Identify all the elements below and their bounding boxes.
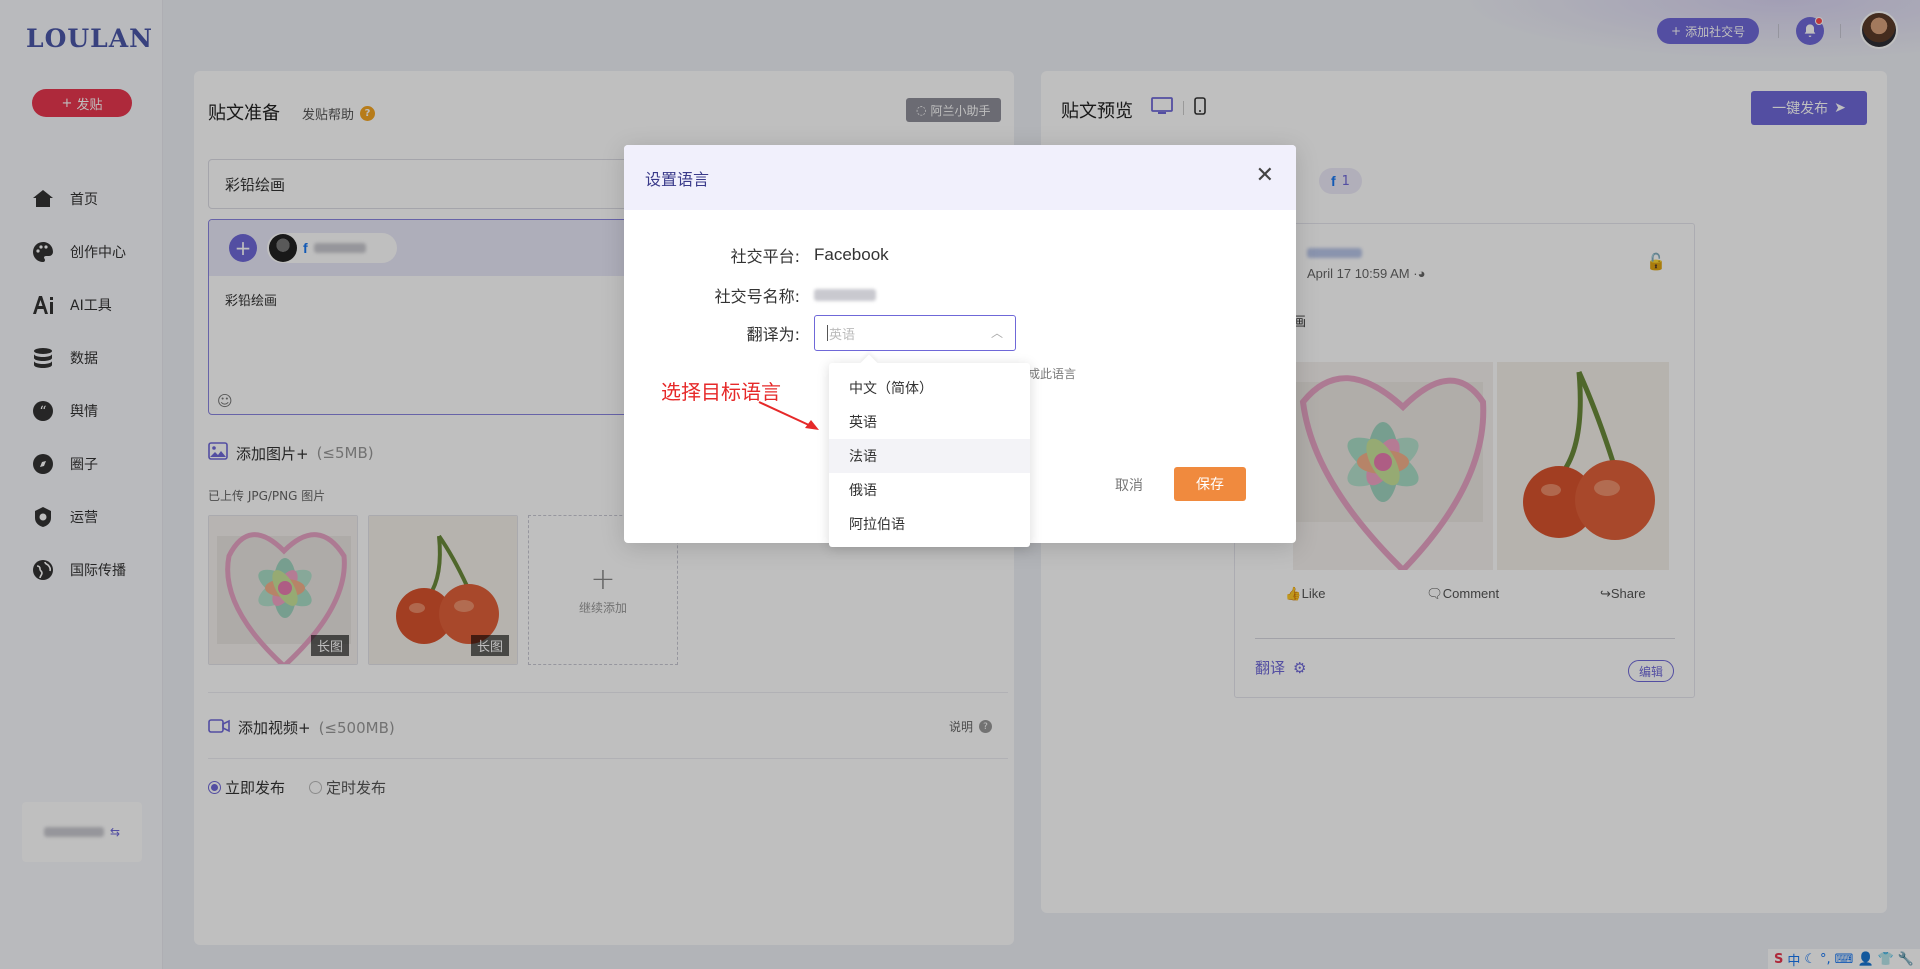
language-option-russian[interactable]: 俄语 (829, 473, 1030, 507)
language-select[interactable]: 英语 ︿ (814, 315, 1016, 351)
language-dropdown: 中文（简体） 英语 法语 俄语 阿拉伯语 (829, 363, 1030, 547)
language-option-chinese-simplified[interactable]: 中文（简体） (829, 371, 1030, 405)
dialog-header: 设置语言 (624, 145, 1296, 210)
save-button[interactable]: 保存 (1174, 467, 1246, 501)
platform-label: 社交平台: (730, 247, 800, 266)
text-caret (827, 325, 828, 341)
language-option-arabic[interactable]: 阿拉伯语 (829, 507, 1030, 541)
close-icon[interactable]: ✕ (1256, 165, 1274, 187)
cancel-button[interactable]: 取消 (1115, 475, 1143, 495)
chevron-up-icon: ︿ (990, 326, 1003, 340)
platform-row: 社交平台: Facebook (624, 243, 889, 267)
annotation-arrow-icon (758, 401, 819, 430)
select-placeholder: 英语 (829, 327, 856, 343)
hint-text: 成此语言 (1028, 367, 1077, 381)
account-row: 社交号名称: (624, 283, 876, 307)
language-option-french[interactable]: 法语 (829, 439, 1030, 473)
platform-value: Facebook (814, 245, 889, 264)
translate-to-row: 翻译为: 英语 ︿ (624, 315, 1016, 351)
translate-to-label: 翻译为: (746, 325, 800, 344)
account-name-redacted (814, 289, 876, 301)
dialog-title: 设置语言 (645, 169, 710, 189)
language-option-english[interactable]: 英语 (829, 405, 1030, 439)
account-label: 社交号名称: (714, 287, 800, 306)
